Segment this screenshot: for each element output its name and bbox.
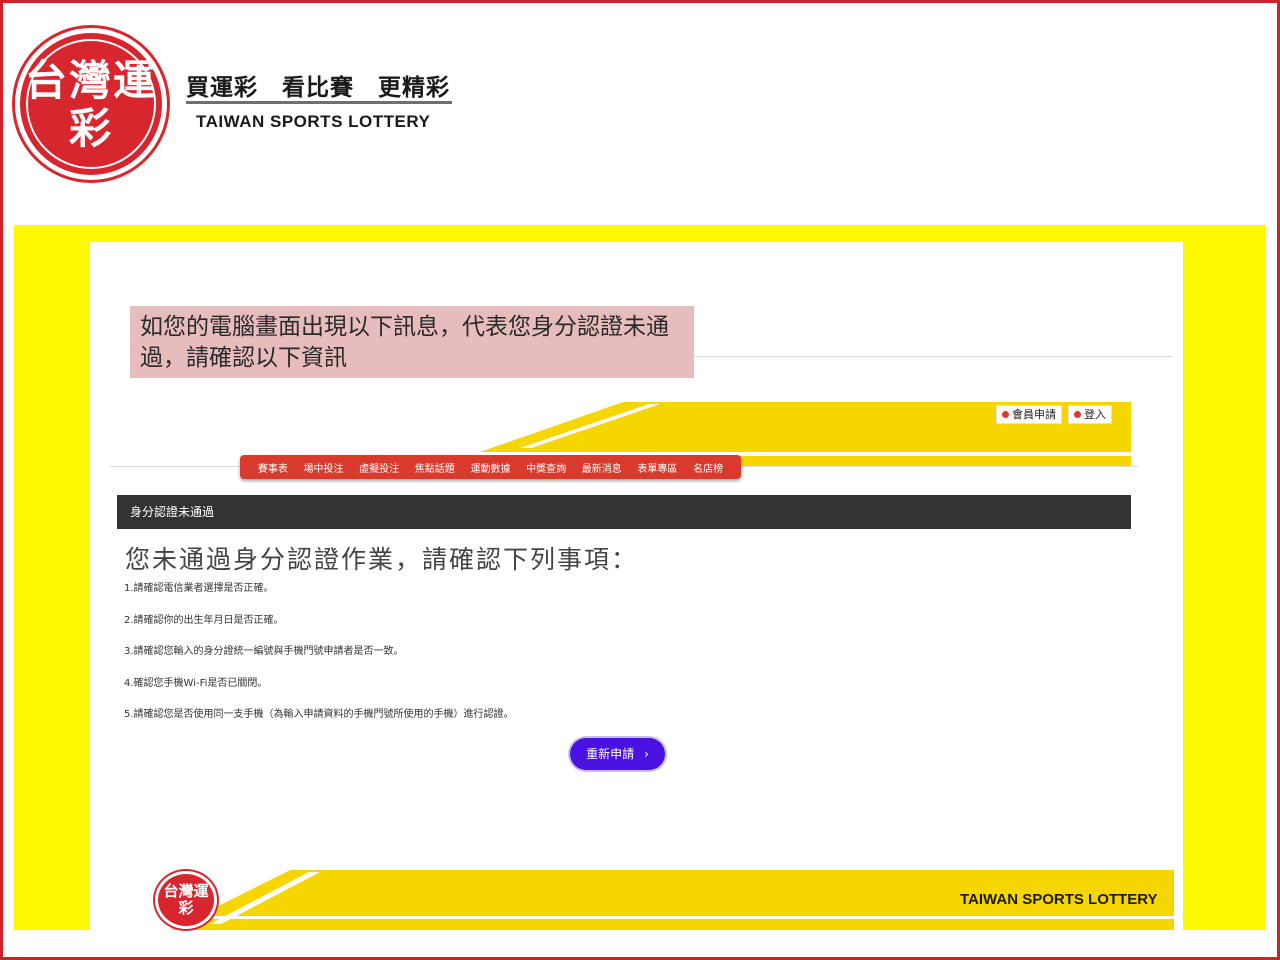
footer-rule: [212, 916, 1174, 919]
nav-item-shops[interactable]: 名店榜: [693, 460, 723, 475]
checklist: 1.請確認電信業者選擇是否正確。 2.請確認你的出生年月日是否正確。 3.請確認…: [124, 582, 514, 740]
reapply-label: 重新申請: [586, 747, 635, 761]
login-link[interactable]: 登入: [1068, 405, 1112, 424]
notice-divider: [694, 356, 1172, 357]
member-apply-label: 會員申請: [1012, 407, 1056, 421]
list-item: 3.請確認您輸入的身分證統一編號與手機門號申請者是否一致。: [124, 646, 404, 657]
brand-english-name: TAIWAN SPORTS LOTTERY: [196, 112, 431, 131]
list-item: 4.確認您手機Wi-Fi是否已關閉。: [124, 677, 268, 689]
chevron-right-icon: ›: [644, 747, 649, 761]
list-item: 1.請確認電信業者選擇是否正確。: [124, 583, 274, 594]
nav-item-topics[interactable]: 焦點話題: [415, 460, 455, 475]
list-item: 5.請確認您是否使用同一支手機（為輸入申請資料的手機門號所使用的手機）進行認證。: [124, 709, 514, 720]
status-header: 身分認證未通過: [117, 495, 1131, 529]
logo-text: 台灣運彩: [24, 56, 157, 153]
footer-logo-text: 台灣運彩: [163, 882, 209, 917]
top-links: 會員申請 登入: [996, 405, 1112, 424]
nav-item-virtual-betting[interactable]: 虛擬投注: [359, 460, 399, 475]
slogan-divider: [186, 101, 452, 104]
member-apply-link[interactable]: 會員申請: [996, 405, 1062, 424]
footer-logo: 台灣運彩: [155, 871, 217, 929]
main-nav: 賽事表 場中投注 虛擬投注 焦點話題 運動數據 中獎查詢 最新消息 表單專區 名…: [240, 455, 741, 479]
bullet-icon: [1074, 411, 1081, 418]
nav-item-news[interactable]: 最新消息: [582, 460, 622, 475]
nav-item-forms[interactable]: 表單專區: [637, 460, 677, 475]
footer-brand-name: TAIWAN SPORTS LOTTERY: [960, 891, 1158, 908]
notice-callout: 如您的電腦畫面出現以下訊息，代表您身分認證未通過，請確認以下資訊: [130, 306, 694, 378]
login-label: 登入: [1084, 407, 1106, 421]
bullet-icon: [1002, 411, 1009, 418]
nav-item-stats[interactable]: 運動數據: [470, 460, 510, 475]
nav-item-live-betting[interactable]: 場中投注: [303, 460, 343, 475]
page-title: 您未通過身分認證作業，請確認下列事項：: [125, 545, 639, 574]
taiwan-lottery-logo: 台灣運彩: [15, 28, 167, 180]
nav-item-results[interactable]: 中獎查詢: [526, 460, 566, 475]
nav-item-schedule[interactable]: 賽事表: [258, 460, 288, 475]
reapply-button[interactable]: 重新申請 ›: [570, 738, 665, 770]
list-item: 2.請確認你的出生年月日是否正確。: [124, 614, 284, 626]
slogan: 買運彩 看比賽 更精彩: [186, 75, 450, 101]
